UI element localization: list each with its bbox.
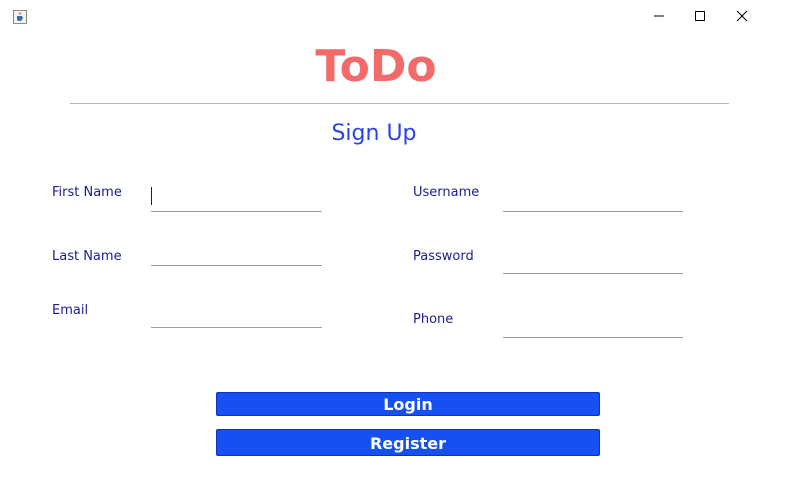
username-label: Username	[413, 185, 480, 200]
email-field[interactable]	[151, 305, 322, 328]
java-app-icon	[13, 9, 27, 24]
minimize-button[interactable]	[637, 0, 681, 32]
minimize-icon	[654, 15, 664, 17]
login-button[interactable]: Login	[216, 392, 600, 416]
phone-label: Phone	[413, 312, 454, 327]
text-caret	[151, 187, 152, 205]
password-field[interactable]	[503, 251, 683, 274]
first-name-label: First Name	[52, 185, 122, 200]
close-button[interactable]	[720, 0, 764, 32]
username-field[interactable]	[503, 189, 683, 212]
page-subtitle: Sign Up	[331, 121, 417, 146]
email-label: Email	[52, 303, 89, 318]
app-title: ToDo	[315, 41, 437, 92]
title-divider	[70, 103, 729, 104]
register-button[interactable]: Register	[216, 429, 600, 456]
maximize-button[interactable]	[678, 0, 722, 32]
maximize-icon	[695, 11, 705, 21]
last-name-field[interactable]	[151, 243, 322, 266]
window-titlebar	[0, 0, 796, 32]
close-icon	[736, 10, 748, 22]
password-label: Password	[413, 249, 474, 264]
first-name-field[interactable]	[151, 189, 322, 212]
phone-field[interactable]	[503, 315, 683, 338]
last-name-label: Last Name	[52, 249, 122, 264]
